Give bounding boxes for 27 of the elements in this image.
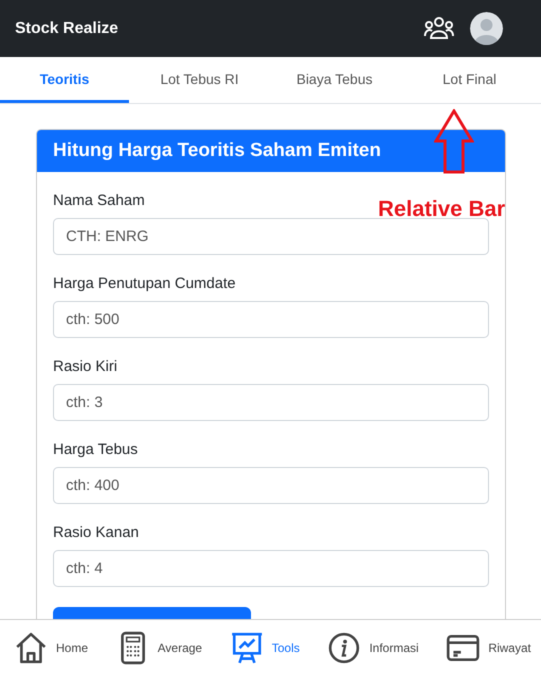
presentation-chart-icon (230, 630, 264, 664)
nav-item[interactable]: Average (116, 630, 202, 664)
nav-item[interactable]: Home (14, 630, 88, 664)
nav-item[interactable]: Informasi (327, 630, 419, 664)
field-label: Harga Tebus (53, 441, 138, 458)
group-icon[interactable] (424, 16, 454, 42)
input-field[interactable]: cth: 400 (53, 467, 489, 504)
field-label: Rasio Kanan (53, 524, 139, 541)
tab[interactable]: Lot Tebus RI (135, 57, 264, 103)
info-icon (327, 630, 362, 664)
avatar-icon[interactable] (470, 12, 503, 45)
tab[interactable]: Teoritis (0, 57, 129, 103)
up-arrow-icon (434, 109, 474, 175)
field-label: Rasio Kiri (53, 358, 118, 375)
field-label: Harga Penutupan Cumdate (53, 275, 236, 292)
tab[interactable]: Lot Final (405, 57, 534, 103)
home-icon (14, 630, 48, 664)
input-field[interactable]: cth: 4 (53, 550, 489, 587)
nav-item[interactable]: Tools (230, 630, 300, 664)
card-header: Hitung Harga Teoritis Saham Emiten (37, 130, 505, 172)
input-field[interactable]: cth: 3 (53, 384, 489, 421)
input-field[interactable]: CTH: ENRG (53, 218, 489, 255)
field-label: Nama Saham (53, 192, 145, 209)
input-field[interactable]: cth: 500 (53, 301, 489, 338)
app-title: Stock Realize (15, 20, 120, 38)
nav-item[interactable]: Riwayat (446, 630, 531, 664)
tab[interactable]: Biaya Tebus (270, 57, 399, 103)
